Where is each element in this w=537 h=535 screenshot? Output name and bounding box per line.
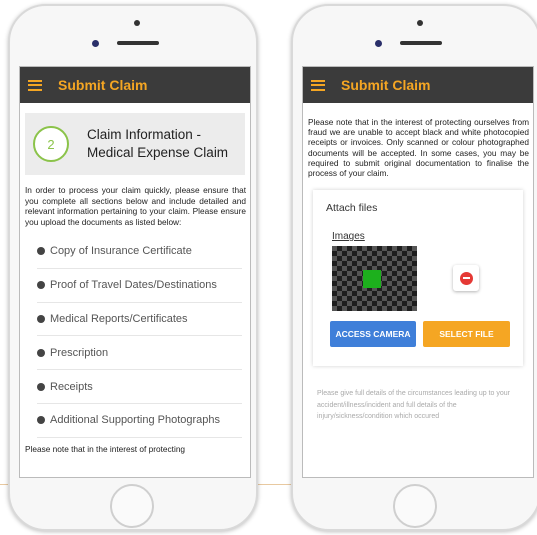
fraud-notice: Please note that in the interest of prot… xyxy=(308,117,529,179)
bullet-icon xyxy=(37,382,45,391)
image-content xyxy=(363,270,381,289)
app-bar: Submit Claim xyxy=(20,67,250,103)
list-item-label: Copy of Insurance Certificate xyxy=(50,245,192,258)
home-button[interactable] xyxy=(110,484,154,528)
attach-files-card: Attach files Images ACCESS CAMERA SELECT… xyxy=(313,190,523,367)
app-title: Submit Claim xyxy=(58,77,148,93)
step-title-line-1: Claim Information - xyxy=(87,127,202,142)
app-bar: Submit Claim xyxy=(303,67,533,103)
step-title-line-2: Medical Expense Claim xyxy=(87,145,229,160)
list-item-label: Additional Supporting Photographs xyxy=(50,414,221,427)
list-item-label: Prescription xyxy=(50,346,109,359)
step-title: Claim Information - Medical Expense Clai… xyxy=(87,126,228,162)
phone-frame-right: Submit Claim Please note that in the int… xyxy=(291,4,537,531)
minus-circle-icon xyxy=(459,271,473,285)
bullet-icon xyxy=(37,247,45,256)
list-item-prescription[interactable]: Prescription xyxy=(37,336,242,371)
hamburger-menu-icon[interactable] xyxy=(28,79,42,91)
required-documents-list: Copy of Insurance Certificate Proof of T… xyxy=(37,235,242,438)
select-file-button[interactable]: SELECT FILE xyxy=(423,321,510,348)
intro-text: In order to process your claim quickly, … xyxy=(25,185,246,227)
list-item-label: Medical Reports/Certificates xyxy=(50,312,188,325)
list-item-label: Receipts xyxy=(50,380,93,393)
step-number-badge: 2 xyxy=(33,126,69,162)
phone-frame-left: Submit Claim 2 Claim Information - Medic… xyxy=(8,4,258,531)
bullet-icon xyxy=(37,416,45,425)
images-label: Images xyxy=(332,231,365,243)
hamburger-menu-icon[interactable] xyxy=(311,79,325,91)
proximity-sensor xyxy=(417,20,423,26)
app-title: Submit Claim xyxy=(341,77,431,93)
list-item-label: Proof of Travel Dates/Destinations xyxy=(50,279,217,292)
step-header: 2 Claim Information - Medical Expense Cl… xyxy=(25,113,245,175)
fraud-notice-cut-off: Please note that in the interest of prot… xyxy=(25,443,186,454)
remove-image-button[interactable] xyxy=(453,265,479,292)
front-camera xyxy=(375,40,382,47)
list-item-receipts[interactable]: Receipts xyxy=(37,370,242,404)
bullet-icon xyxy=(37,348,45,357)
earpiece-speaker xyxy=(400,41,442,45)
list-item-travel-dates[interactable]: Proof of Travel Dates/Destinations xyxy=(37,269,242,303)
details-field-hint[interactable]: Please give full details of the circumst… xyxy=(317,388,527,423)
access-camera-button[interactable]: ACCESS CAMERA xyxy=(330,321,416,348)
bullet-icon xyxy=(37,281,45,290)
list-item-insurance-certificate[interactable]: Copy of Insurance Certificate xyxy=(37,235,242,269)
front-camera xyxy=(92,40,99,47)
list-item-medical-reports[interactable]: Medical Reports/Certificates xyxy=(37,303,242,337)
home-button[interactable] xyxy=(393,484,437,528)
image-thumbnail[interactable] xyxy=(332,246,417,312)
bullet-icon xyxy=(37,314,45,323)
proximity-sensor xyxy=(134,20,140,26)
list-item-supporting-photographs[interactable]: Additional Supporting Photographs xyxy=(37,404,242,438)
attach-files-title: Attach files xyxy=(326,202,378,215)
screen-attach-files: Submit Claim Please note that in the int… xyxy=(302,66,534,478)
earpiece-speaker xyxy=(117,41,159,45)
screen-claim-information: Submit Claim 2 Claim Information - Medic… xyxy=(19,66,251,478)
